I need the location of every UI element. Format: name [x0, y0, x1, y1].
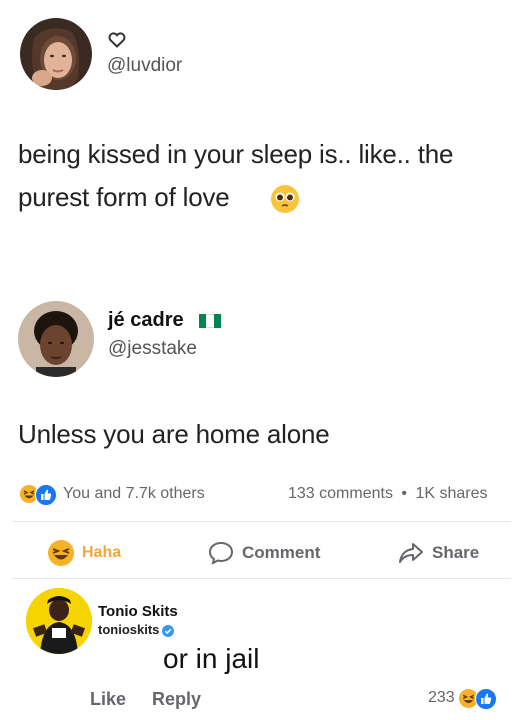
comment-label: Comment [242, 543, 321, 562]
comment-text: or in jail [163, 643, 260, 674]
luvdior-handle[interactable]: @luvdior [107, 55, 182, 77]
share-arrow-icon [398, 541, 424, 565]
share-button[interactable]: Share [398, 541, 479, 565]
like-reaction-icon [474, 688, 497, 710]
tonio-skits-avatar[interactable] [26, 588, 92, 654]
comments-count[interactable]: 133 comments [288, 485, 393, 502]
heart-icon[interactable] [108, 32, 126, 48]
comment-reaction-icons [458, 687, 497, 710]
divider-bottom [12, 578, 511, 579]
divider-top [12, 521, 511, 522]
luvdior-avatar[interactable] [20, 18, 92, 90]
pleading-face-emoji-icon [270, 184, 300, 214]
comment-like-link[interactable]: Like [90, 689, 126, 710]
tweet1-text-line1: being kissed in your sleep is.. like.. t… [18, 139, 454, 169]
reaction-summary[interactable]: You and 7.7k others [63, 485, 205, 503]
comment-reply-link[interactable]: Reply [152, 689, 201, 710]
jesstake-handle[interactable]: @jesstake [108, 338, 197, 360]
haha-label: Haha [82, 544, 122, 561]
comment-reaction-count[interactable]: 233 [428, 687, 497, 710]
comment-author-handle-row[interactable]: tonioskits [98, 622, 175, 637]
share-label: Share [432, 543, 480, 562]
tweet2-text: Unless you are home alone [18, 419, 330, 449]
comment-author-name[interactable]: Tonio Skits [98, 603, 178, 620]
jesstake-avatar[interactable] [18, 301, 94, 377]
haha-button[interactable]: Haha [48, 540, 122, 566]
nigeria-flag-icon [199, 314, 221, 328]
like-reaction-icon [35, 484, 57, 506]
shares-count[interactable]: 1K shares [415, 485, 487, 502]
haha-emoji-icon [48, 540, 74, 566]
tweet1-text-line2: purest form of love [18, 182, 230, 212]
comment-reaction-number: 233 [428, 689, 455, 706]
separator-dot: • [401, 485, 407, 502]
verified-badge-icon [162, 624, 175, 637]
engagement-counts[interactable]: 133 comments • 1K shares [288, 485, 488, 503]
comment-bubble-icon [208, 541, 234, 565]
jesstake-name[interactable]: jé cadre [108, 309, 184, 332]
comment-button[interactable]: Comment [208, 541, 320, 565]
reaction-icons[interactable] [20, 484, 58, 506]
comment-author-handle: tonioskits [98, 622, 160, 637]
